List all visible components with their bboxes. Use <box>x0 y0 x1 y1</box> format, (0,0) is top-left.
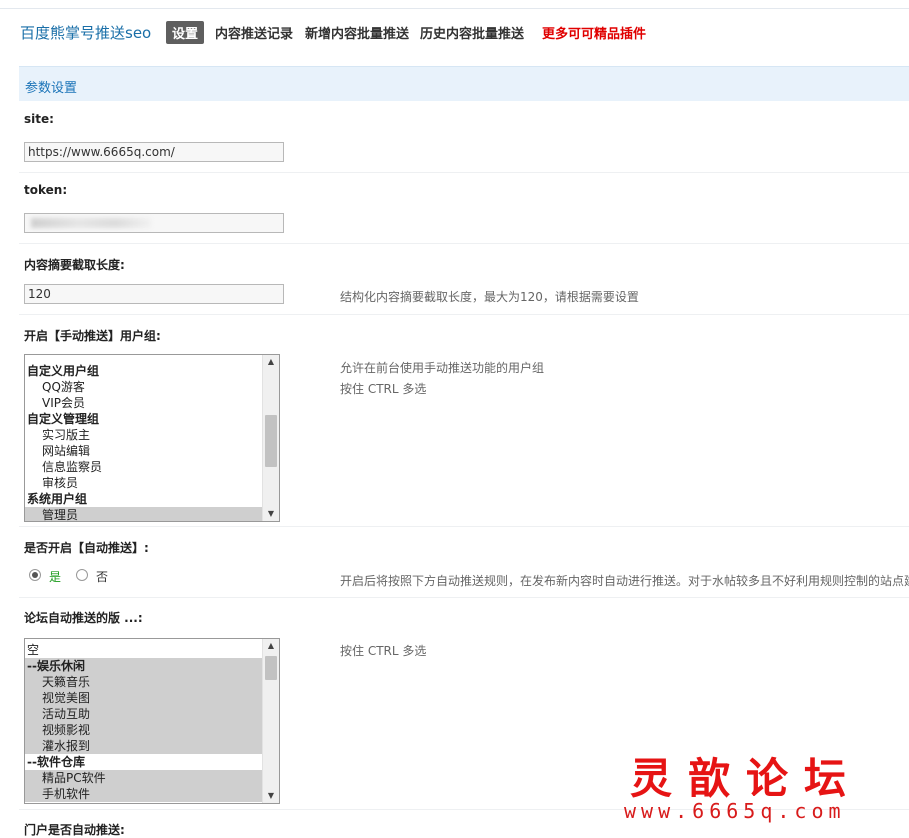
list-item[interactable]: 灌水报到 <box>25 738 263 754</box>
scroll-down-icon[interactable]: ▼ <box>263 789 279 803</box>
scroll-up-icon[interactable]: ▲ <box>263 355 279 369</box>
summary-length-input[interactable]: 120 <box>24 284 284 304</box>
token-label: token: <box>24 183 68 197</box>
list-item[interactable]: 视觉美图 <box>25 690 263 706</box>
list-item[interactable]: 空 <box>25 642 263 658</box>
manual-push-groups-select[interactable]: 自定义用户组 QQ游客 VIP会员 自定义管理组 实习版主 网站编辑 信息监察员… <box>24 354 280 522</box>
optgroup-label: 系统用户组 <box>27 492 88 506</box>
summary-length-row: 内容摘要截取长度: 120 结构化内容摘要截取长度，最大为120，请根据需要设置 <box>19 244 909 315</box>
forum-auto-push-select[interactable]: 空 --娱乐休闲 天籁音乐 视觉美图 活动互助 视频影视 灌水报到 --软件仓库… <box>24 638 280 804</box>
scroll-up-icon[interactable]: ▲ <box>263 639 279 653</box>
site-label: site: <box>24 112 54 126</box>
manual-push-groups-label: 开启【手动推送】用户组: <box>24 329 161 343</box>
auto-push-label: 是否开启【自动推送】: <box>24 541 149 555</box>
site-input[interactable]: https://www.6665q.com/ <box>24 142 284 162</box>
token-row: token: <box>19 172 909 244</box>
redacted-token <box>31 218 151 228</box>
auto-push-yes-radio[interactable] <box>29 569 41 581</box>
optgroup-label: 自定义管理组 <box>27 412 100 426</box>
manual-push-groups-row: 开启【手动推送】用户组: 自定义用户组 QQ游客 VIP会员 自定义管理组 实习… <box>19 315 909 527</box>
list-item[interactable]: VIP会员 <box>25 395 263 411</box>
auto-push-yes-label[interactable]: 是 <box>49 568 61 585</box>
optgroup-label: --软件仓库 <box>27 755 85 769</box>
scrollbar[interactable]: ▲ ▼ <box>262 639 279 803</box>
tab-settings[interactable]: 设置 <box>166 21 205 44</box>
options: 自定义用户组 QQ游客 VIP会员 自定义管理组 实习版主 网站编辑 信息监察员… <box>25 355 263 521</box>
token-input[interactable] <box>24 213 284 233</box>
list-item[interactable]: 精品PC软件 <box>25 770 263 786</box>
app-title: 百度熊掌号推送seo <box>20 24 152 42</box>
scroll-thumb[interactable] <box>265 415 277 467</box>
tab-batch-push-history[interactable]: 历史内容批量推送 <box>420 23 524 42</box>
forum-ctrl-multiselect-hint: 按住 CTRL 多选 <box>340 644 427 658</box>
more-plugins-link[interactable]: 更多可可精品插件 <box>542 23 646 42</box>
tab-batch-push-new[interactable]: 新增内容批量推送 <box>305 23 409 42</box>
partial-option <box>25 355 263 363</box>
auto-push-hint: 开启后将按照下方自动推送规则，在发布新内容时自动进行推送。对于水帖较多且不好利用… <box>340 574 909 588</box>
scrollbar[interactable]: ▲ ▼ <box>262 355 279 521</box>
list-item[interactable]: 审核员 <box>25 475 263 491</box>
list-item[interactable]: 实习版主 <box>25 427 263 443</box>
auto-push-no-radio[interactable] <box>76 569 88 581</box>
header: 百度熊掌号推送seo 设置 内容推送记录 新增内容批量推送 历史内容批量推送 更… <box>0 14 909 50</box>
scroll-down-icon[interactable]: ▼ <box>263 507 279 521</box>
list-item[interactable]: 天籁音乐 <box>25 674 263 690</box>
watermark-url: www.6665q.com <box>624 799 846 823</box>
summary-length-hint: 结构化内容摘要截取长度，最大为120，请根据需要设置 <box>340 290 639 304</box>
list-item[interactable]: 管理员 <box>25 507 263 521</box>
optgroup-label: --娱乐休闲 <box>25 658 263 674</box>
list-item[interactable]: 视频影视 <box>25 722 263 738</box>
top-border <box>0 0 909 9</box>
list-item[interactable]: QQ游客 <box>25 379 263 395</box>
auto-push-no-label[interactable]: 否 <box>96 568 108 585</box>
list-item[interactable]: 网站编辑 <box>25 443 263 459</box>
manual-push-hint: 允许在前台使用手动推送功能的用户组 <box>340 361 545 375</box>
list-item[interactable]: 信息监察员 <box>25 459 263 475</box>
list-item[interactable]: 活动互助 <box>25 706 263 722</box>
section-title: 参数设置 <box>25 81 78 96</box>
summary-length-label: 内容摘要截取长度: <box>24 258 125 272</box>
portal-auto-push-label: 门户是否自动推送: <box>24 823 125 837</box>
auto-push-row: 是否开启【自动推送】: 是 否 开启后将按照下方自动推送规则，在发布新内容时自动… <box>19 527 909 598</box>
watermark: 灵歆论坛 www.6665q.com <box>600 745 900 835</box>
ctrl-multiselect-hint: 按住 CTRL 多选 <box>340 382 427 396</box>
site-row: site: https://www.6665q.com/ <box>19 100 909 173</box>
list-item[interactable]: 手机软件 <box>25 786 263 802</box>
forum-auto-push-label: 论坛自动推送的版 ...: <box>24 611 143 625</box>
tab-push-records[interactable]: 内容推送记录 <box>215 23 293 42</box>
options: 空 --娱乐休闲 天籁音乐 视觉美图 活动互助 视频影视 灌水报到 --软件仓库… <box>25 642 263 802</box>
watermark-title: 灵歆论坛 <box>630 754 863 803</box>
optgroup-label: 自定义用户组 <box>27 364 100 378</box>
scroll-thumb[interactable] <box>265 656 277 680</box>
section-header: 参数设置 <box>19 66 909 101</box>
